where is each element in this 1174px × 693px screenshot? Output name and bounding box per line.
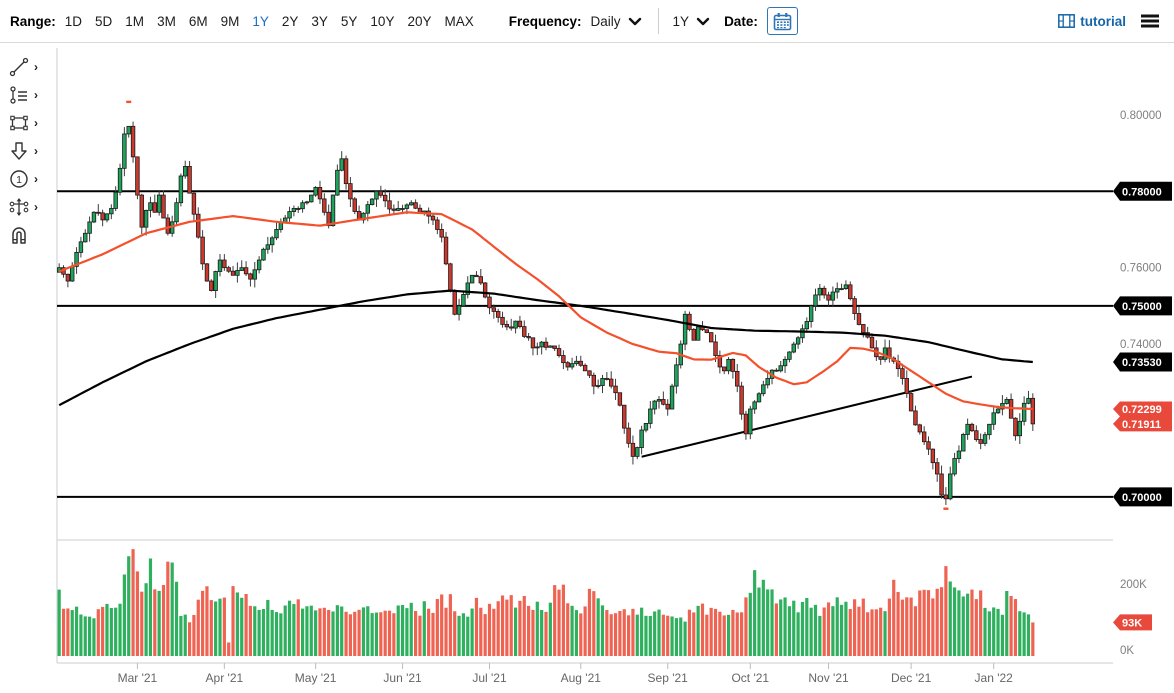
frequency-value: Daily — [591, 14, 621, 29]
calendar-icon — [773, 12, 792, 31]
svg-text:Aug '21: Aug '21 — [561, 671, 602, 685]
svg-text:May '21: May '21 — [295, 671, 337, 685]
menu-button[interactable] — [1140, 13, 1160, 29]
expand-arrow-icon: › — [34, 61, 38, 73]
volume-series — [58, 549, 1035, 656]
annotations-icon — [8, 84, 30, 106]
range-option-6m[interactable]: 6M — [189, 14, 208, 29]
range-option-2y[interactable]: 2Y — [282, 14, 299, 29]
expand-arrow-icon: › — [34, 173, 38, 185]
svg-text:Apr '21: Apr '21 — [206, 671, 244, 685]
range-option-9m[interactable]: 9M — [221, 14, 240, 29]
range-option-1d[interactable]: 1D — [65, 14, 82, 29]
svg-text:0.76000: 0.76000 — [1120, 263, 1162, 275]
svg-text:0K: 0K — [1120, 645, 1134, 657]
stock-chart-app: Range: 1D 5D 1M 3M 6M 9M 1Y 2Y 3Y 5Y 10Y 20Y MAX Fre… — [0, 0, 1174, 693]
trend-line-tool[interactable]: › — [8, 56, 60, 78]
frequency-label: Frequency: — [509, 14, 582, 29]
svg-text:Nov '21: Nov '21 — [808, 671, 849, 685]
candlestick-series — [57, 122, 1034, 505]
svg-text:0.70000: 0.70000 — [1122, 492, 1162, 504]
date-label: Date: — [724, 14, 758, 29]
svg-text:0.75000: 0.75000 — [1122, 301, 1162, 313]
range-option-1m[interactable]: 1M — [125, 14, 144, 29]
range-option-10y[interactable]: 10Y — [370, 14, 394, 29]
magnet-icon — [8, 224, 30, 246]
trend-line-icon — [8, 56, 30, 78]
horizontal-line-annotations: 0.78000 0.75000 0.70000 — [57, 182, 1172, 507]
chevron-down-icon — [628, 17, 642, 26]
svg-text:93K: 93K — [1122, 617, 1142, 629]
sma50-line — [59, 212, 1033, 409]
expand-arrow-icon: › — [34, 89, 38, 101]
frequency-dropdown[interactable]: Daily — [591, 14, 642, 29]
arrow-down-icon — [8, 140, 30, 162]
toolbar: Range: 1D 5D 1M 3M 6M 9M 1Y 2Y 3Y 5Y 10Y 20Y MAX Fre… — [0, 0, 1174, 43]
svg-text:Dec '21: Dec '21 — [891, 671, 932, 685]
range-option-3m[interactable]: 3M — [157, 14, 176, 29]
svg-text:Jun '21: Jun '21 — [383, 671, 422, 685]
svg-text:0.80000: 0.80000 — [1120, 110, 1162, 122]
measure-tool[interactable]: › — [8, 196, 60, 218]
svg-text:Mar '21: Mar '21 — [118, 671, 158, 685]
range-option-3y[interactable]: 3Y — [311, 14, 328, 29]
range-label: Range: — [10, 14, 56, 29]
svg-text:Jan '22: Jan '22 — [975, 671, 1014, 685]
advanced-annotations-tool[interactable]: › — [8, 84, 60, 106]
svg-text:Oct '21: Oct '21 — [731, 671, 769, 685]
rectangle-shape-icon — [8, 112, 30, 134]
svg-text:0.74000: 0.74000 — [1120, 339, 1162, 351]
svg-text:0.73530: 0.73530 — [1122, 357, 1162, 369]
x-axis-labels: Mar '21 Apr '21 May '21 Jun '21 Jul '21 Aug '… — [118, 663, 1014, 685]
svg-text:Jul '21: Jul '21 — [472, 671, 507, 685]
svg-text:200K: 200K — [1120, 579, 1147, 591]
svg-text:0.78000: 0.78000 — [1122, 186, 1162, 198]
expand-arrow-icon: › — [34, 145, 38, 157]
arrows-tool[interactable]: › — [8, 140, 60, 162]
svg-text:1: 1 — [16, 174, 22, 186]
svg-text:0.71911: 0.71911 — [1122, 419, 1161, 431]
chart-canvas[interactable]: Mar '21 Apr '21 May '21 Jun '21 Jul '21 Aug '… — [0, 40, 1174, 693]
range-option-max[interactable]: MAX — [444, 14, 473, 29]
expand-arrow-icon: › — [34, 117, 38, 129]
shapes-tool[interactable]: › — [8, 112, 60, 134]
range-option-20y[interactable]: 20Y — [407, 14, 431, 29]
duration-value: 1Y — [673, 14, 690, 29]
trend-line-annotation[interactable] — [642, 377, 972, 457]
svg-text:0.72299: 0.72299 — [1122, 404, 1162, 416]
range-option-5d[interactable]: 5D — [95, 14, 112, 29]
toolbar-divider — [658, 8, 659, 34]
hamburger-icon — [1140, 13, 1160, 29]
range-option-5y[interactable]: 5Y — [341, 14, 358, 29]
counter-one-icon: 1 — [8, 168, 30, 190]
film-icon — [1058, 14, 1075, 28]
chevron-down-icon — [696, 17, 710, 26]
drawing-tools-palette: › › › › — [8, 56, 60, 246]
calendar-button[interactable] — [767, 7, 798, 35]
measure-icon — [8, 196, 30, 218]
magnet-tool[interactable] — [8, 224, 60, 246]
tutorial-link[interactable]: tutorial — [1058, 14, 1126, 29]
tutorial-label: tutorial — [1080, 14, 1126, 29]
range-option-1y[interactable]: 1Y — [252, 14, 269, 29]
expand-arrow-icon: › — [34, 201, 38, 213]
duration-dropdown[interactable]: 1Y — [673, 14, 711, 29]
svg-text:Sep '21: Sep '21 — [648, 671, 689, 685]
counters-tool[interactable]: 1 › — [8, 168, 60, 190]
range-selector: 1D 5D 1M 3M 6M 9M 1Y 2Y 3Y 5Y 10Y 20Y MAX — [65, 14, 487, 29]
chart-frame — [57, 48, 1113, 663]
